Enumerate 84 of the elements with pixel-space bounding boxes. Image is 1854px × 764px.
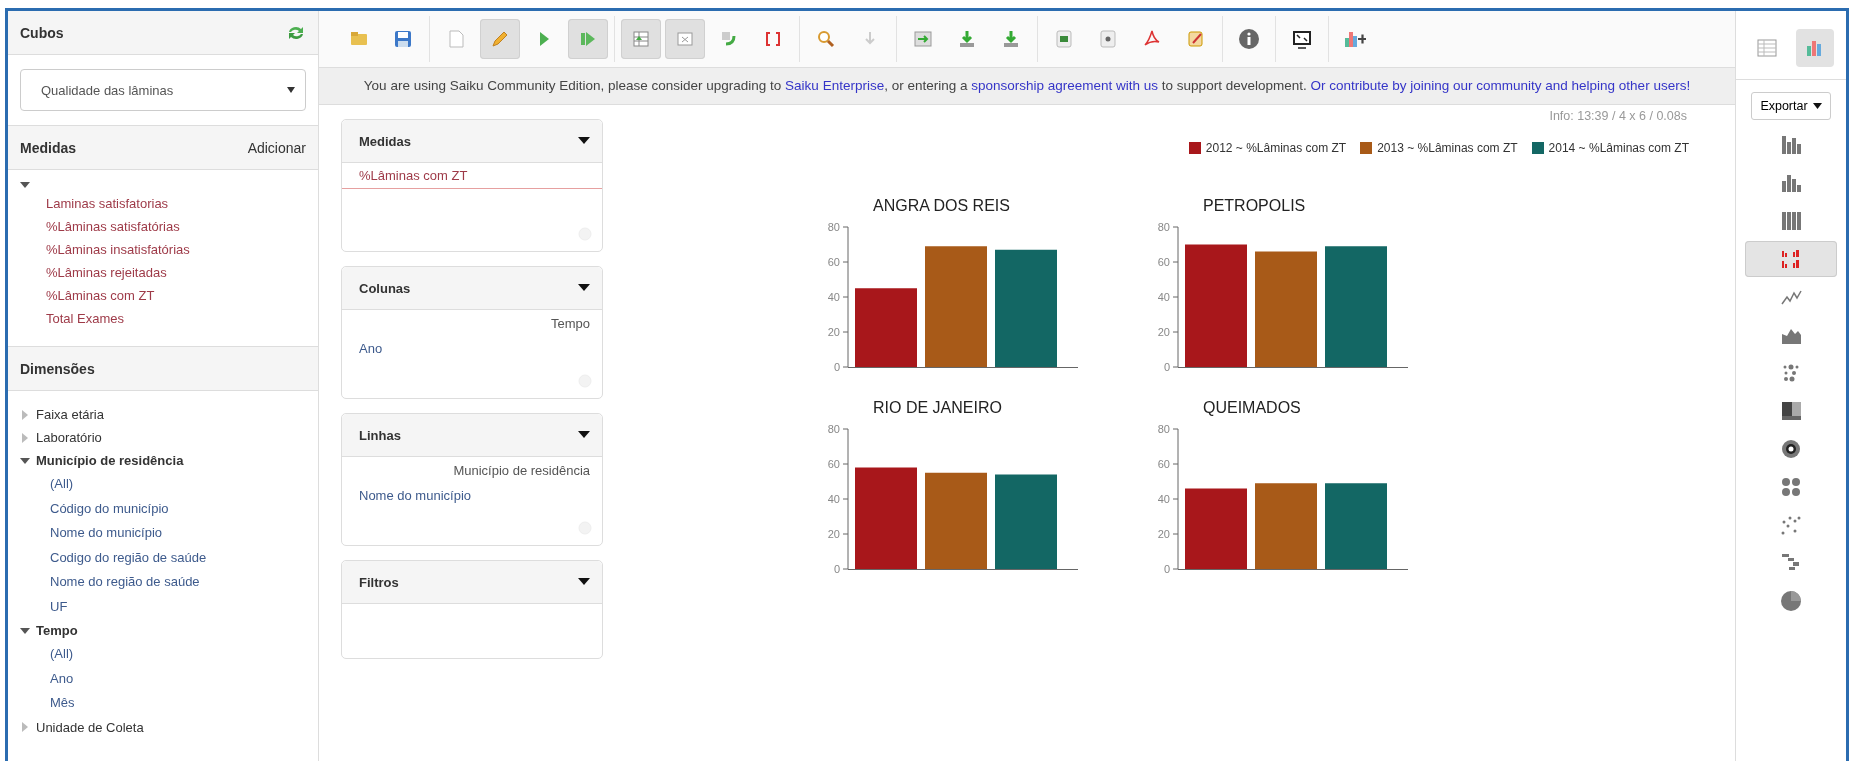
play-bar-icon[interactable] [568,19,608,59]
caret-down-icon[interactable] [20,455,30,466]
dimension-item[interactable]: Município de residência [342,457,602,478]
chart-title: ANGRA DOS REIS [873,197,1010,215]
notice-link[interactable]: Or contribute by joining our community and helping other users! [1310,78,1691,93]
level-item[interactable]: Nome do município [20,521,306,546]
caret-down-icon[interactable] [578,284,590,292]
tick-label: 0 [833,563,840,575]
level-item[interactable]: Código do município [20,496,306,521]
table-cross-icon[interactable] [665,19,705,59]
tick-label: 60 [1157,458,1170,470]
notice-text: You are using Saiku Community Edition, please consider upgrading to Saiku Enterprise, or entering a sponsorship agreement with us to support development. Or contribute by joining our community and helping other users! [319,68,1735,105]
caret-right-icon[interactable] [20,722,30,732]
cube-select[interactable]: Qualidade das lâminas [20,69,306,111]
tick-label: 80 [1157,221,1170,233]
notice-link[interactable]: Saiku Enterprise [785,78,885,93]
level-item[interactable]: (All) [20,642,306,667]
measure-item[interactable]: %Lâminas com ZT [342,163,602,189]
tick-label: 60 [1157,256,1170,268]
measure-item[interactable]: Laminas satisfatorias [20,194,306,213]
chart-title: QUEIMADOS [1203,399,1301,417]
tick-label: 40 [827,493,840,505]
tick-label: 20 [827,326,840,338]
caret-down-icon[interactable] [287,87,295,93]
level-item[interactable]: UF [20,594,306,619]
caret-right-icon[interactable] [20,409,30,420]
dimension-item[interactable]: Tempo [342,310,602,331]
tick-label: 0 [833,361,840,373]
tick-label: 0 [1163,563,1170,575]
level-item[interactable]: Ano [20,666,306,691]
legend-label: 2013 ~ %Lâminas com ZT [1377,141,1518,155]
dimension-item[interactable]: Município de residência [36,449,184,472]
tick-label: 40 [1157,493,1170,505]
panel-title: Medidas [359,133,411,149]
legend-label: 2014 ~ %Lâminas com ZT [1548,141,1689,155]
tick-label: 80 [1157,423,1170,435]
dimension-item[interactable]: Tempo [36,619,78,642]
tick-label: 60 [827,458,840,470]
caret-down-icon[interactable] [578,578,590,586]
panel-title: Colunas [359,280,411,296]
bar-chart-icon[interactable] [1796,29,1834,67]
dimension-item[interactable]: Faixa etária [36,403,104,426]
panel-title: Linhas [359,427,401,443]
dimension-item[interactable]: Unidade de Coleta [36,715,144,739]
level-item[interactable]: Nome do região de saúde [20,570,306,595]
cubes-title: Cubos [20,24,64,41]
legend-label: 2012 ~ %Lâminas com ZT [1205,141,1347,155]
tick-label: 60 [827,256,840,268]
add-link[interactable]: Adicionar [247,139,306,156]
tick-label: 80 [827,423,840,435]
dimensions-title: Dimensões [20,360,95,377]
measures-title: Medidas [20,139,76,156]
level-item[interactable]: Mês [20,691,306,716]
measure-item[interactable]: %Lâminas com ZT [20,286,306,305]
level-item[interactable]: (All) [20,472,306,497]
tick-label: 20 [1157,528,1170,540]
measure-item[interactable]: %Lâminas satisfatórias [20,217,306,236]
table-icon[interactable] [621,19,661,59]
measure-item[interactable]: %Lâminas insatisfatórias [20,240,306,259]
dimension-item[interactable]: Laboratório [36,426,102,449]
caret-right-icon[interactable] [20,432,30,443]
info-text: Info: 13:39 / 4 x 6 / 0.08s [1548,108,1688,123]
tick-label: 20 [827,528,840,540]
chart-title: PETROPOLIS [1203,197,1306,215]
notice-link[interactable]: sponsorship agreement with us [971,78,1159,93]
caret-down-icon[interactable] [20,180,30,190]
tick-label: 80 [827,221,840,233]
measure-item[interactable]: Total Exames [20,309,306,328]
caret-down-icon[interactable] [20,625,30,636]
level-item[interactable]: Nome do município [342,478,602,503]
tick-label: 40 [1157,291,1170,303]
tick-label: 20 [1157,326,1170,338]
level-item[interactable]: Ano [342,331,602,356]
chart-title: RIO DE JANEIRO [873,399,1002,417]
caret-down-icon[interactable] [578,431,590,439]
tick-label: 0 [1163,361,1170,373]
caret-down-icon [1812,103,1822,109]
panel-title: Filtros [359,574,399,590]
tick-label: 40 [827,291,840,303]
export-button[interactable]: Exportar [1751,92,1831,120]
measure-item[interactable]: %Lâminas rejeitadas [20,263,306,282]
level-item[interactable]: Codigo do região de saúde [20,545,306,570]
multi-bar-icon[interactable] [1745,241,1837,277]
caret-down-icon[interactable] [578,137,590,145]
